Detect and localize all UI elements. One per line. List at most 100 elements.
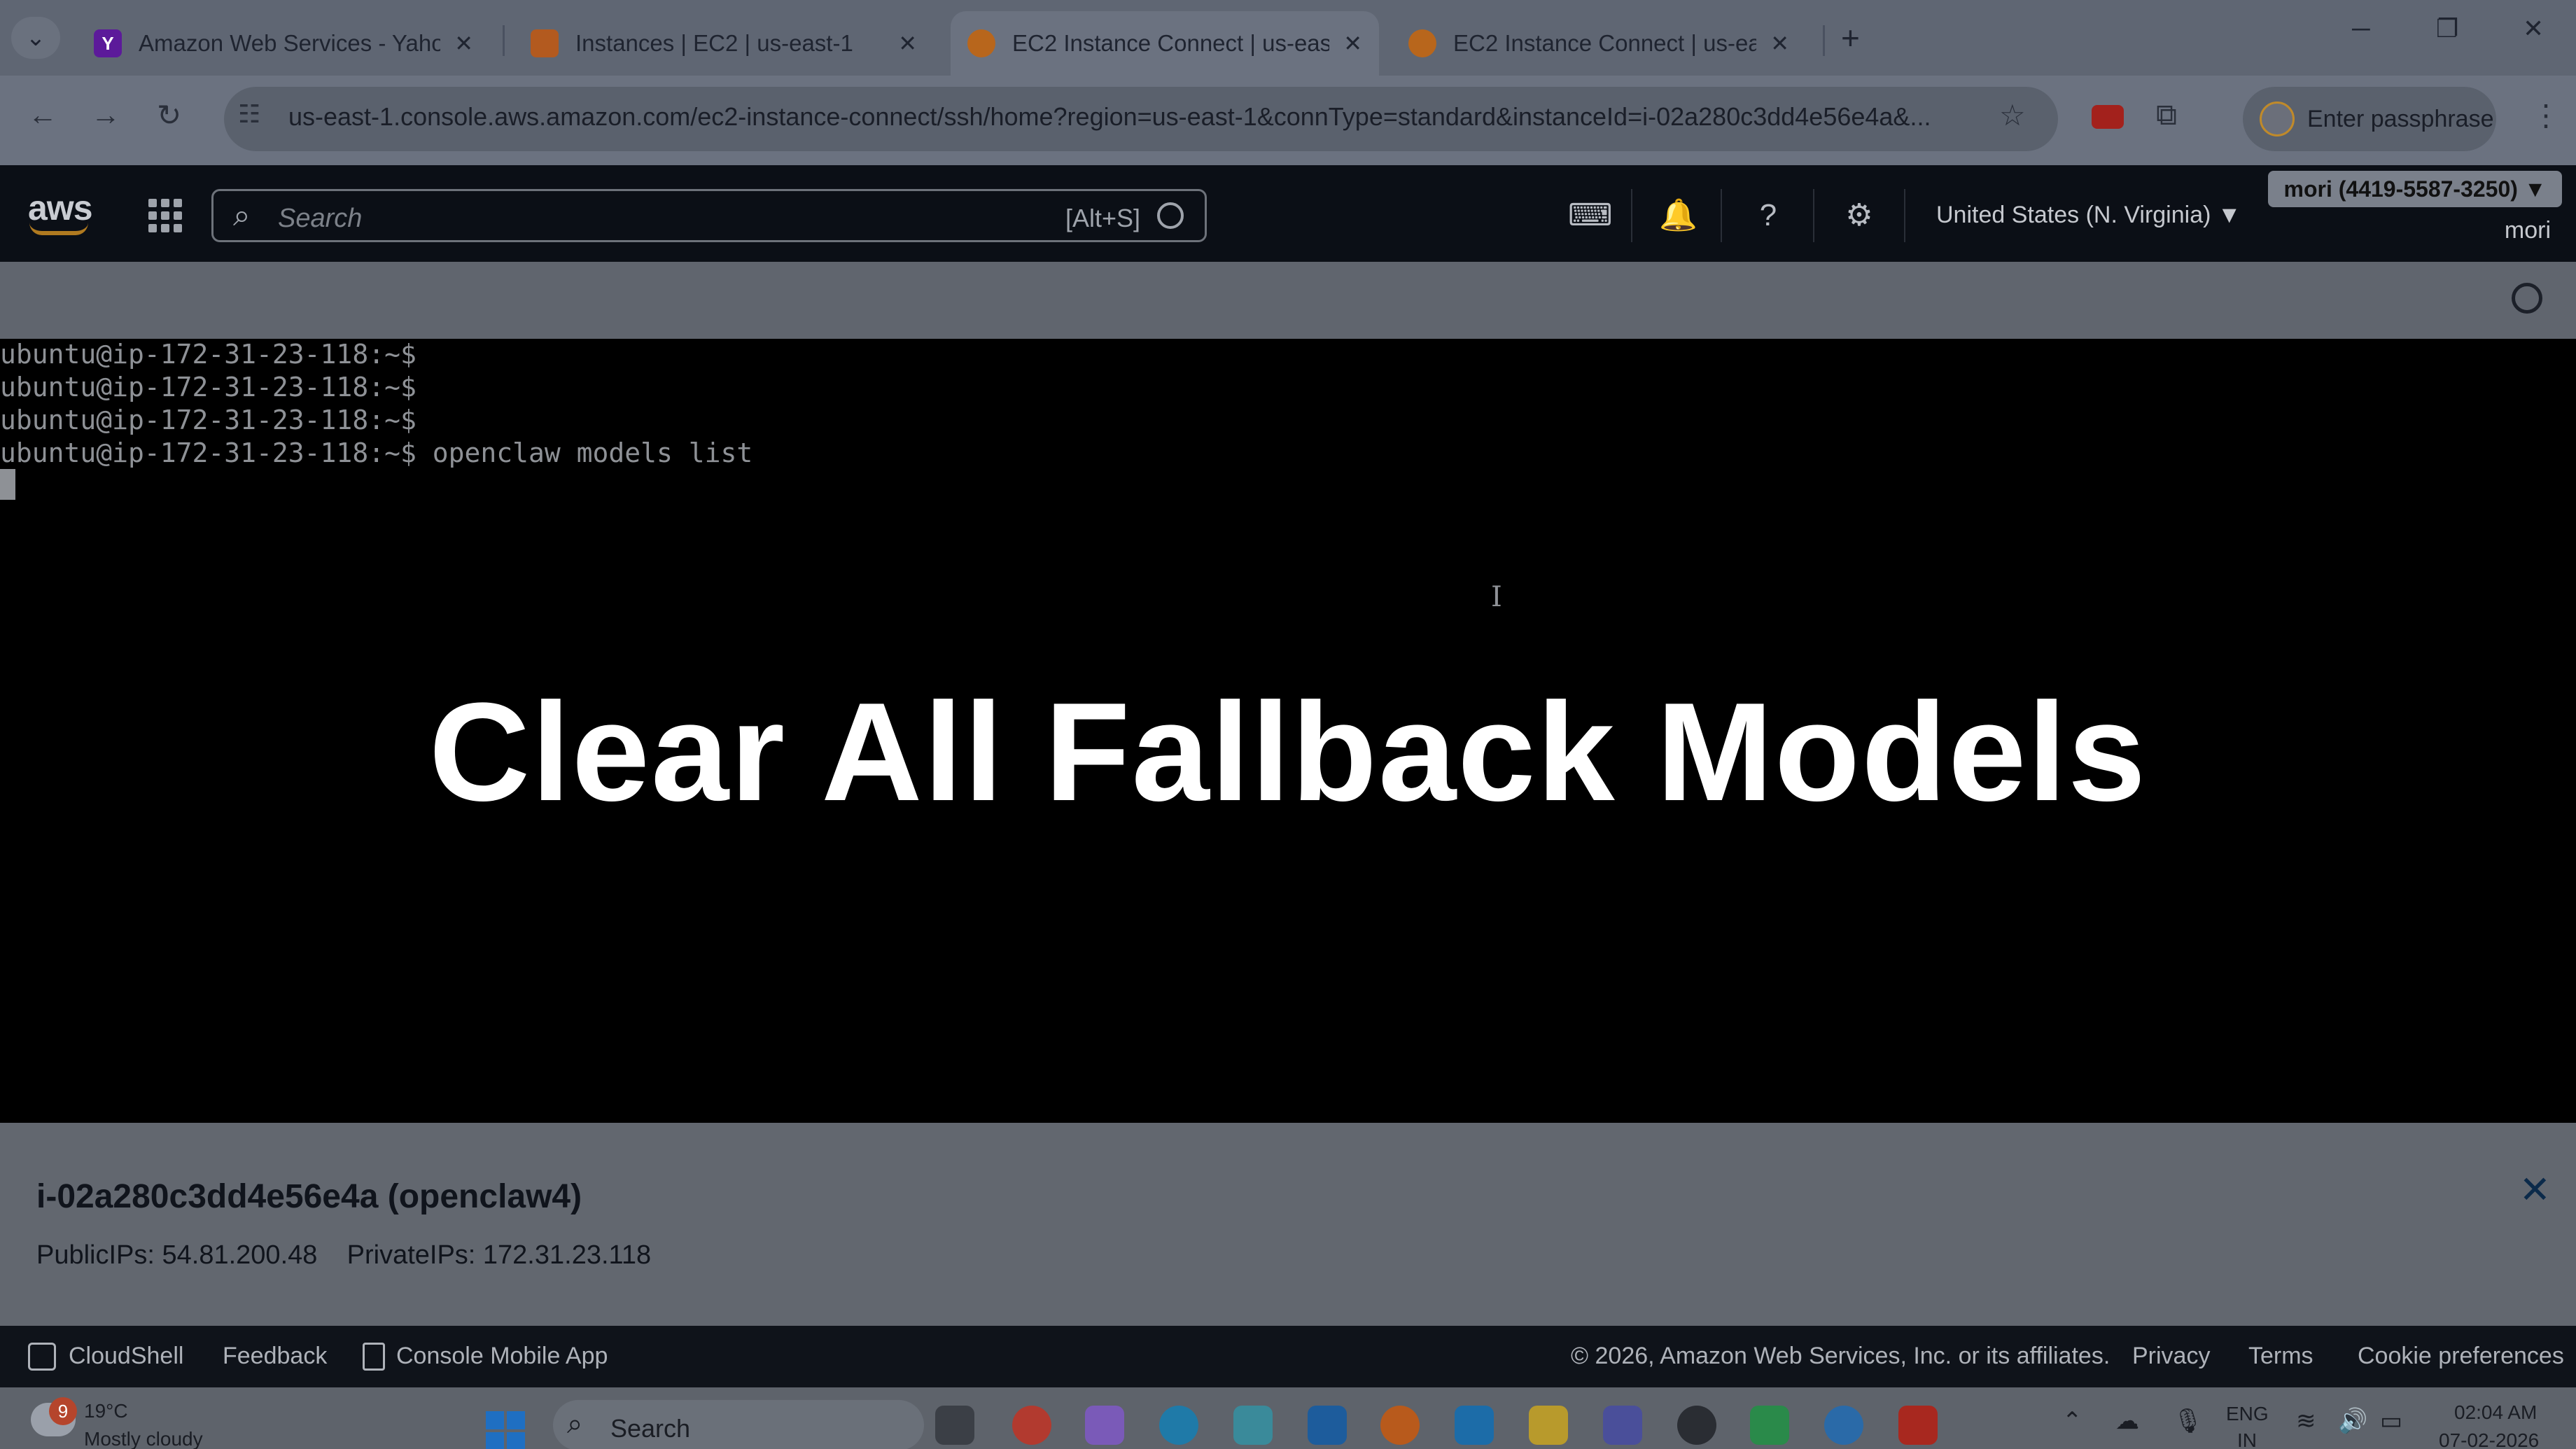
show-hidden-icons-chevron-icon[interactable]: ⌃ <box>2062 1407 2082 1435</box>
region-selector[interactable]: United States (N. Virginia) ▼ <box>1936 202 2241 229</box>
tab-title: EC2 Instance Connect | us-east <box>1012 30 1330 56</box>
divider <box>1813 189 1814 242</box>
mcafee-icon[interactable] <box>1898 1406 1938 1445</box>
language-region[interactable]: IN <box>2237 1429 2257 1449</box>
account-menu[interactable]: mori (4419-5587-3250) ▼ <box>2268 171 2562 207</box>
close-tab-icon[interactable]: ✕ <box>1770 30 1789 57</box>
close-panel-icon[interactable]: ✕ <box>2519 1168 2551 1212</box>
tab-ec2-instance-connect[interactable]: EC2 Instance Connect | us-east ✕ <box>1392 11 1806 76</box>
file-explorer-icon[interactable] <box>1529 1406 1568 1445</box>
clock-time[interactable]: 02:04 AM <box>2454 1401 2537 1424</box>
profile-button[interactable]: Enter passphrase <box>2243 87 2496 151</box>
tab-separator <box>503 25 505 56</box>
copyright-text: © 2026, Amazon Web Services, Inc. or its… <box>1571 1343 2110 1369</box>
close-tab-icon[interactable]: ✕ <box>454 30 473 57</box>
microphone-icon[interactable]: 🎙 <box>2173 1407 2203 1435</box>
cookie-preferences-link[interactable]: Cookie preferences <box>2358 1343 2564 1370</box>
clock-date[interactable]: 07-02-2026 <box>2439 1429 2539 1449</box>
wifi-icon[interactable]: ≋ <box>2296 1407 2316 1435</box>
terminal-line: ubuntu@ip-172-31-23-118:~$ <box>0 405 416 435</box>
search-shortcut: [Alt+S] <box>1065 204 1140 232</box>
video-overlay-title: Clear All Fallback Models <box>428 674 2148 830</box>
mobile-app-icon <box>363 1343 385 1371</box>
terminal-line: ubuntu@ip-172-31-23-118:~$ <box>0 339 416 370</box>
session-settings-icon[interactable] <box>2512 283 2542 314</box>
weather-description[interactable]: Mostly cloudy <box>84 1428 203 1449</box>
restore-icon[interactable]: ❐ <box>2436 14 2458 43</box>
youtube-extension-icon[interactable] <box>2092 105 2124 129</box>
text-cursor-icon: I <box>1491 581 1502 613</box>
browser-menu-icon[interactable]: ⋮ <box>2531 98 2561 132</box>
terminal-cursor <box>0 469 15 500</box>
tab-title: EC2 Instance Connect | us-east <box>1453 30 1757 56</box>
taskbar-search[interactable]: ⌕ Search <box>553 1400 924 1449</box>
amazon-q-icon <box>1157 202 1184 229</box>
terms-link[interactable]: Terms <box>2248 1343 2314 1370</box>
yahoo-icon: Y <box>94 29 122 57</box>
github-desktop-icon[interactable] <box>1677 1406 1716 1445</box>
firefox-icon[interactable] <box>1380 1406 1420 1445</box>
instance-connect-toolbar <box>0 262 2576 339</box>
instance-ips: PublicIPs: 54.81.200.48 PrivateIPs: 172.… <box>36 1240 652 1270</box>
tab-title: Amazon Web Services - Yahoo S <box>139 30 441 56</box>
privacy-link[interactable]: Privacy <box>2132 1343 2210 1370</box>
terminal-line: ubuntu@ip-172-31-23-118:~$ openclaw mode… <box>0 438 753 468</box>
cloudshell-icon[interactable]: ⌨ <box>1568 197 1613 234</box>
back-arrow-icon[interactable]: ← <box>28 98 57 132</box>
instance-info-panel <box>0 1123 2576 1326</box>
app-icon[interactable] <box>1824 1406 1863 1445</box>
settings-gear-icon[interactable]: ⚙ <box>1841 197 1877 234</box>
teams-icon[interactable] <box>1603 1406 1642 1445</box>
feedback-link[interactable]: Feedback <box>223 1343 327 1370</box>
close-window-icon[interactable]: ✕ <box>2523 14 2544 43</box>
edge-icon[interactable] <box>1159 1406 1198 1445</box>
help-icon[interactable]: ? <box>1750 197 1786 234</box>
windows-start-icon[interactable] <box>486 1411 525 1449</box>
health-app-icon[interactable] <box>1455 1406 1494 1445</box>
tab-instances[interactable]: Instances | EC2 | us-east-1 ✕ <box>514 11 934 76</box>
services-grid-icon[interactable] <box>148 199 182 232</box>
reload-icon[interactable]: ↻ <box>157 98 181 132</box>
profile-label: Enter passphrase <box>2307 105 2494 132</box>
user-name[interactable]: mori <box>2505 217 2551 244</box>
minimize-icon[interactable]: ─ <box>2352 14 2370 43</box>
bookmark-star-icon[interactable]: ☆ <box>1999 98 2026 132</box>
tab-ec2-instance-connect-active[interactable]: EC2 Instance Connect | us-east ✕ <box>951 11 1379 76</box>
volume-icon[interactable]: 🔊 <box>2338 1407 2367 1435</box>
instance-id-title: i-02a280c3dd4e56e4a (openclaw4) <box>36 1178 582 1215</box>
onedrive-icon[interactable]: ☁ <box>2115 1407 2139 1435</box>
search-placeholder: Search <box>278 204 363 233</box>
ec2-instance-connect-icon <box>1408 29 1436 57</box>
search-icon: ⌕ <box>233 198 251 232</box>
aws-search-input[interactable]: ⌕ Search [Alt+S] <box>211 189 1207 242</box>
site-info-icon[interactable]: ☷ <box>238 99 260 129</box>
new-tab-plus-icon[interactable]: + <box>1841 18 1860 57</box>
tab-title: Instances | EC2 | us-east-1 <box>575 30 853 56</box>
language-indicator[interactable]: ENG <box>2226 1403 2269 1425</box>
app-icon[interactable] <box>1233 1406 1273 1445</box>
tab-yahoo[interactable]: Y Amazon Web Services - Yahoo S ✕ <box>77 11 490 76</box>
forward-arrow-icon[interactable]: → <box>91 98 120 132</box>
tab-separator <box>1823 25 1825 56</box>
close-tab-icon[interactable]: ✕ <box>898 30 917 57</box>
console-mobile-app-link[interactable]: Console Mobile App <box>396 1343 608 1370</box>
task-view-icon[interactable] <box>935 1406 974 1445</box>
chrome-icon[interactable] <box>1012 1406 1051 1445</box>
search-icon: ⌕ <box>567 1408 583 1439</box>
cloudshell-icon <box>28 1343 56 1371</box>
close-tab-icon[interactable]: ✕ <box>1343 30 1362 57</box>
ec2-instance-connect-icon <box>967 29 995 57</box>
taskbar-search-label: Search <box>610 1414 691 1443</box>
tab-search-chevron-icon[interactable]: ⌄ <box>11 17 60 59</box>
cloudshell-link[interactable]: CloudShell <box>69 1343 183 1370</box>
copilot-icon[interactable] <box>1085 1406 1124 1445</box>
notepad-icon[interactable] <box>1750 1406 1789 1445</box>
terminal-line: ubuntu@ip-172-31-23-118:~$ <box>0 372 416 402</box>
weather-temperature[interactable]: 19°C <box>84 1400 128 1422</box>
battery-icon[interactable]: ▭ <box>2380 1407 2402 1435</box>
ec2-icon <box>531 29 559 57</box>
url-text[interactable]: us-east-1.console.aws.amazon.com/ec2-ins… <box>288 102 1968 132</box>
extensions-puzzle-icon[interactable]: ⧉ <box>2156 98 2177 132</box>
notifications-bell-icon[interactable]: 🔔 <box>1659 197 1698 234</box>
vscode-icon[interactable] <box>1308 1406 1347 1445</box>
